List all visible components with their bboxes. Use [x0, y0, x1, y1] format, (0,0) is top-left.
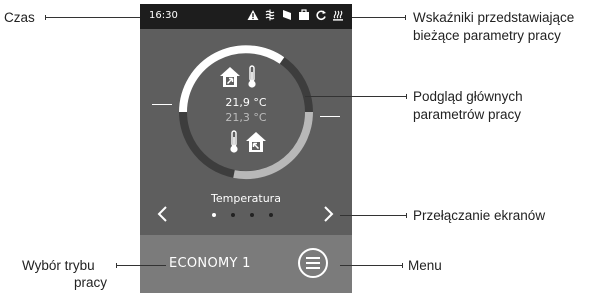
- leader-line-mode: [116, 265, 166, 266]
- leader-line-indicators: [352, 17, 406, 18]
- leader-line-preview: [305, 96, 407, 97]
- device-screen: 16:30 21,9 °C 21,3 °C Temperatura ECONOM…: [140, 4, 352, 293]
- leader-tick: [405, 15, 406, 20]
- secondary-temperature: 21,3 °C: [225, 111, 267, 124]
- leader-tick: [402, 263, 403, 268]
- leader-tick: [45, 15, 46, 20]
- page-dot[interactable]: [212, 213, 216, 217]
- page-indicator: [212, 213, 273, 217]
- leader-tick: [406, 94, 407, 99]
- mode-selector-button[interactable]: ECONOMY 1: [169, 256, 251, 271]
- temperature-overview: 21,9 °C 21,3 °C Temperatura: [140, 29, 352, 235]
- house-extract-icon: [246, 132, 266, 152]
- leader-line-menu: [340, 265, 403, 266]
- next-screen-button[interactable]: [320, 205, 336, 223]
- annotation-preview-line2: parametrów pracy: [413, 107, 522, 122]
- recirculation-icon: [316, 10, 326, 21]
- menu-icon: [306, 257, 320, 269]
- warning-icon: [247, 10, 259, 20]
- leader-tick: [116, 263, 117, 268]
- annotation-menu: Menu: [408, 258, 442, 273]
- annotation-indicators-line2: bieżące parametry pracy: [413, 28, 561, 43]
- page-dot[interactable]: [269, 213, 273, 217]
- annotation-mode-line1: Wybór trybu: [22, 258, 95, 273]
- defrost-icon: [265, 9, 275, 21]
- status-indicators: [247, 9, 344, 21]
- leader-line-switch: [340, 215, 407, 216]
- menu-button[interactable]: [296, 246, 330, 280]
- leader-tick: [406, 213, 407, 218]
- status-bar: 16:30: [140, 4, 352, 29]
- boost-icon: [299, 9, 309, 20]
- annotation-switch-screens: Przełączanie ekranów: [413, 208, 546, 223]
- heater-icon: [333, 10, 343, 21]
- screen-title: Temperatura: [211, 192, 281, 205]
- bottom-bar: ECONOMY 1: [140, 235, 352, 293]
- annotation-indicators-line1: Wskaźniki przedstawiające: [413, 10, 575, 25]
- page-dot[interactable]: [231, 213, 235, 217]
- previous-screen-button[interactable]: [155, 205, 171, 223]
- house-supply-icon: [220, 67, 240, 87]
- annotation-preview-line1: Podgląd głównych: [413, 89, 523, 104]
- page-dot[interactable]: [250, 213, 254, 217]
- primary-temperature: 21,9 °C: [225, 96, 267, 109]
- leader-line-time: [45, 17, 140, 18]
- filter-icon: [283, 10, 291, 20]
- clock: 16:30: [149, 10, 178, 21]
- annotation-time: Czas: [4, 10, 35, 25]
- annotation-mode-line2: pracy: [74, 275, 108, 290]
- thermometer-icon: [230, 130, 238, 153]
- thermometer-icon: [248, 65, 256, 88]
